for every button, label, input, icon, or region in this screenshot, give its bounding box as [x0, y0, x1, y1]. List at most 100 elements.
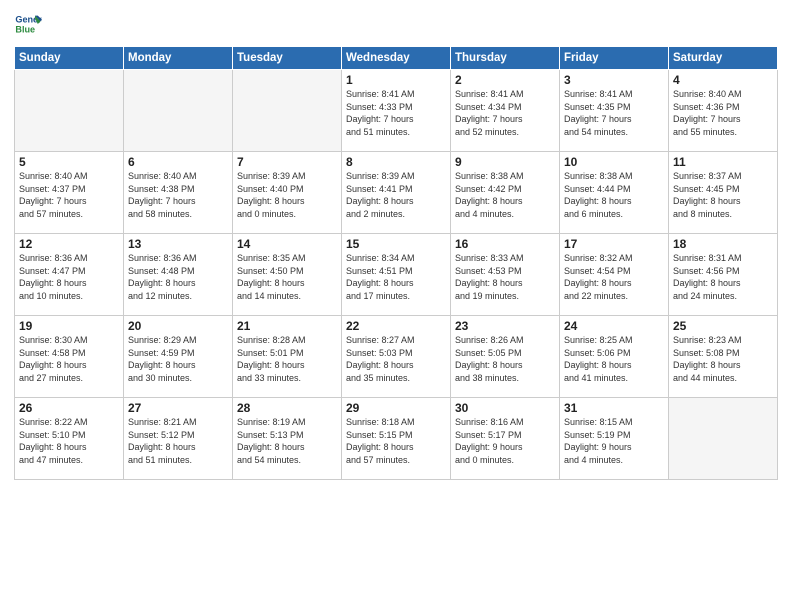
day-info: Sunrise: 8:29 AM Sunset: 4:59 PM Dayligh…	[128, 334, 228, 384]
day-info: Sunrise: 8:37 AM Sunset: 4:45 PM Dayligh…	[673, 170, 773, 220]
day-info: Sunrise: 8:41 AM Sunset: 4:35 PM Dayligh…	[564, 88, 664, 138]
day-cell: 2Sunrise: 8:41 AM Sunset: 4:34 PM Daylig…	[451, 70, 560, 152]
calendar-table: SundayMondayTuesdayWednesdayThursdayFrid…	[14, 46, 778, 480]
day-cell: 20Sunrise: 8:29 AM Sunset: 4:59 PM Dayli…	[124, 316, 233, 398]
day-cell: 30Sunrise: 8:16 AM Sunset: 5:17 PM Dayli…	[451, 398, 560, 480]
day-number: 31	[564, 401, 664, 415]
day-number: 13	[128, 237, 228, 251]
day-info: Sunrise: 8:36 AM Sunset: 4:47 PM Dayligh…	[19, 252, 119, 302]
col-header-tuesday: Tuesday	[233, 47, 342, 70]
day-info: Sunrise: 8:36 AM Sunset: 4:48 PM Dayligh…	[128, 252, 228, 302]
day-cell	[233, 70, 342, 152]
day-info: Sunrise: 8:18 AM Sunset: 5:15 PM Dayligh…	[346, 416, 446, 466]
day-cell: 5Sunrise: 8:40 AM Sunset: 4:37 PM Daylig…	[15, 152, 124, 234]
day-cell: 3Sunrise: 8:41 AM Sunset: 4:35 PM Daylig…	[560, 70, 669, 152]
day-cell	[124, 70, 233, 152]
day-cell: 29Sunrise: 8:18 AM Sunset: 5:15 PM Dayli…	[342, 398, 451, 480]
day-info: Sunrise: 8:39 AM Sunset: 4:40 PM Dayligh…	[237, 170, 337, 220]
day-number: 25	[673, 319, 773, 333]
day-info: Sunrise: 8:15 AM Sunset: 5:19 PM Dayligh…	[564, 416, 664, 466]
day-cell	[15, 70, 124, 152]
day-cell: 9Sunrise: 8:38 AM Sunset: 4:42 PM Daylig…	[451, 152, 560, 234]
day-info: Sunrise: 8:30 AM Sunset: 4:58 PM Dayligh…	[19, 334, 119, 384]
day-number: 24	[564, 319, 664, 333]
day-info: Sunrise: 8:28 AM Sunset: 5:01 PM Dayligh…	[237, 334, 337, 384]
header: General Blue	[14, 10, 778, 38]
day-number: 2	[455, 73, 555, 87]
col-header-wednesday: Wednesday	[342, 47, 451, 70]
day-info: Sunrise: 8:39 AM Sunset: 4:41 PM Dayligh…	[346, 170, 446, 220]
day-cell: 19Sunrise: 8:30 AM Sunset: 4:58 PM Dayli…	[15, 316, 124, 398]
day-number: 23	[455, 319, 555, 333]
day-cell: 25Sunrise: 8:23 AM Sunset: 5:08 PM Dayli…	[669, 316, 778, 398]
day-cell: 28Sunrise: 8:19 AM Sunset: 5:13 PM Dayli…	[233, 398, 342, 480]
day-number: 30	[455, 401, 555, 415]
col-header-friday: Friday	[560, 47, 669, 70]
col-header-sunday: Sunday	[15, 47, 124, 70]
day-cell: 24Sunrise: 8:25 AM Sunset: 5:06 PM Dayli…	[560, 316, 669, 398]
logo: General Blue	[14, 10, 42, 38]
day-number: 4	[673, 73, 773, 87]
page-container: General Blue SundayMondayTuesdayWednesda…	[0, 0, 792, 490]
svg-text:Blue: Blue	[15, 24, 35, 34]
day-info: Sunrise: 8:41 AM Sunset: 4:34 PM Dayligh…	[455, 88, 555, 138]
day-cell: 31Sunrise: 8:15 AM Sunset: 5:19 PM Dayli…	[560, 398, 669, 480]
day-number: 27	[128, 401, 228, 415]
day-number: 18	[673, 237, 773, 251]
day-cell: 4Sunrise: 8:40 AM Sunset: 4:36 PM Daylig…	[669, 70, 778, 152]
day-cell: 23Sunrise: 8:26 AM Sunset: 5:05 PM Dayli…	[451, 316, 560, 398]
day-number: 19	[19, 319, 119, 333]
day-number: 26	[19, 401, 119, 415]
day-cell: 10Sunrise: 8:38 AM Sunset: 4:44 PM Dayli…	[560, 152, 669, 234]
day-number: 22	[346, 319, 446, 333]
day-cell: 7Sunrise: 8:39 AM Sunset: 4:40 PM Daylig…	[233, 152, 342, 234]
day-info: Sunrise: 8:40 AM Sunset: 4:36 PM Dayligh…	[673, 88, 773, 138]
day-info: Sunrise: 8:27 AM Sunset: 5:03 PM Dayligh…	[346, 334, 446, 384]
day-number: 6	[128, 155, 228, 169]
day-number: 15	[346, 237, 446, 251]
day-cell: 26Sunrise: 8:22 AM Sunset: 5:10 PM Dayli…	[15, 398, 124, 480]
day-cell: 18Sunrise: 8:31 AM Sunset: 4:56 PM Dayli…	[669, 234, 778, 316]
day-info: Sunrise: 8:40 AM Sunset: 4:37 PM Dayligh…	[19, 170, 119, 220]
day-number: 17	[564, 237, 664, 251]
week-row-2: 5Sunrise: 8:40 AM Sunset: 4:37 PM Daylig…	[15, 152, 778, 234]
day-cell: 22Sunrise: 8:27 AM Sunset: 5:03 PM Dayli…	[342, 316, 451, 398]
day-number: 5	[19, 155, 119, 169]
day-info: Sunrise: 8:35 AM Sunset: 4:50 PM Dayligh…	[237, 252, 337, 302]
day-cell: 17Sunrise: 8:32 AM Sunset: 4:54 PM Dayli…	[560, 234, 669, 316]
day-info: Sunrise: 8:22 AM Sunset: 5:10 PM Dayligh…	[19, 416, 119, 466]
day-number: 16	[455, 237, 555, 251]
day-cell: 11Sunrise: 8:37 AM Sunset: 4:45 PM Dayli…	[669, 152, 778, 234]
day-info: Sunrise: 8:38 AM Sunset: 4:42 PM Dayligh…	[455, 170, 555, 220]
week-row-4: 19Sunrise: 8:30 AM Sunset: 4:58 PM Dayli…	[15, 316, 778, 398]
day-cell: 16Sunrise: 8:33 AM Sunset: 4:53 PM Dayli…	[451, 234, 560, 316]
day-number: 29	[346, 401, 446, 415]
week-row-3: 12Sunrise: 8:36 AM Sunset: 4:47 PM Dayli…	[15, 234, 778, 316]
week-row-5: 26Sunrise: 8:22 AM Sunset: 5:10 PM Dayli…	[15, 398, 778, 480]
col-header-saturday: Saturday	[669, 47, 778, 70]
day-number: 10	[564, 155, 664, 169]
day-info: Sunrise: 8:32 AM Sunset: 4:54 PM Dayligh…	[564, 252, 664, 302]
day-number: 20	[128, 319, 228, 333]
day-number: 28	[237, 401, 337, 415]
week-row-1: 1Sunrise: 8:41 AM Sunset: 4:33 PM Daylig…	[15, 70, 778, 152]
day-info: Sunrise: 8:33 AM Sunset: 4:53 PM Dayligh…	[455, 252, 555, 302]
day-info: Sunrise: 8:25 AM Sunset: 5:06 PM Dayligh…	[564, 334, 664, 384]
day-number: 3	[564, 73, 664, 87]
day-info: Sunrise: 8:21 AM Sunset: 5:12 PM Dayligh…	[128, 416, 228, 466]
day-cell: 13Sunrise: 8:36 AM Sunset: 4:48 PM Dayli…	[124, 234, 233, 316]
day-cell: 12Sunrise: 8:36 AM Sunset: 4:47 PM Dayli…	[15, 234, 124, 316]
day-number: 14	[237, 237, 337, 251]
col-header-thursday: Thursday	[451, 47, 560, 70]
day-cell: 14Sunrise: 8:35 AM Sunset: 4:50 PM Dayli…	[233, 234, 342, 316]
day-number: 8	[346, 155, 446, 169]
day-cell: 6Sunrise: 8:40 AM Sunset: 4:38 PM Daylig…	[124, 152, 233, 234]
day-cell: 1Sunrise: 8:41 AM Sunset: 4:33 PM Daylig…	[342, 70, 451, 152]
day-number: 1	[346, 73, 446, 87]
day-cell: 21Sunrise: 8:28 AM Sunset: 5:01 PM Dayli…	[233, 316, 342, 398]
logo-icon: General Blue	[14, 10, 42, 38]
day-info: Sunrise: 8:19 AM Sunset: 5:13 PM Dayligh…	[237, 416, 337, 466]
day-number: 7	[237, 155, 337, 169]
day-number: 11	[673, 155, 773, 169]
day-number: 12	[19, 237, 119, 251]
